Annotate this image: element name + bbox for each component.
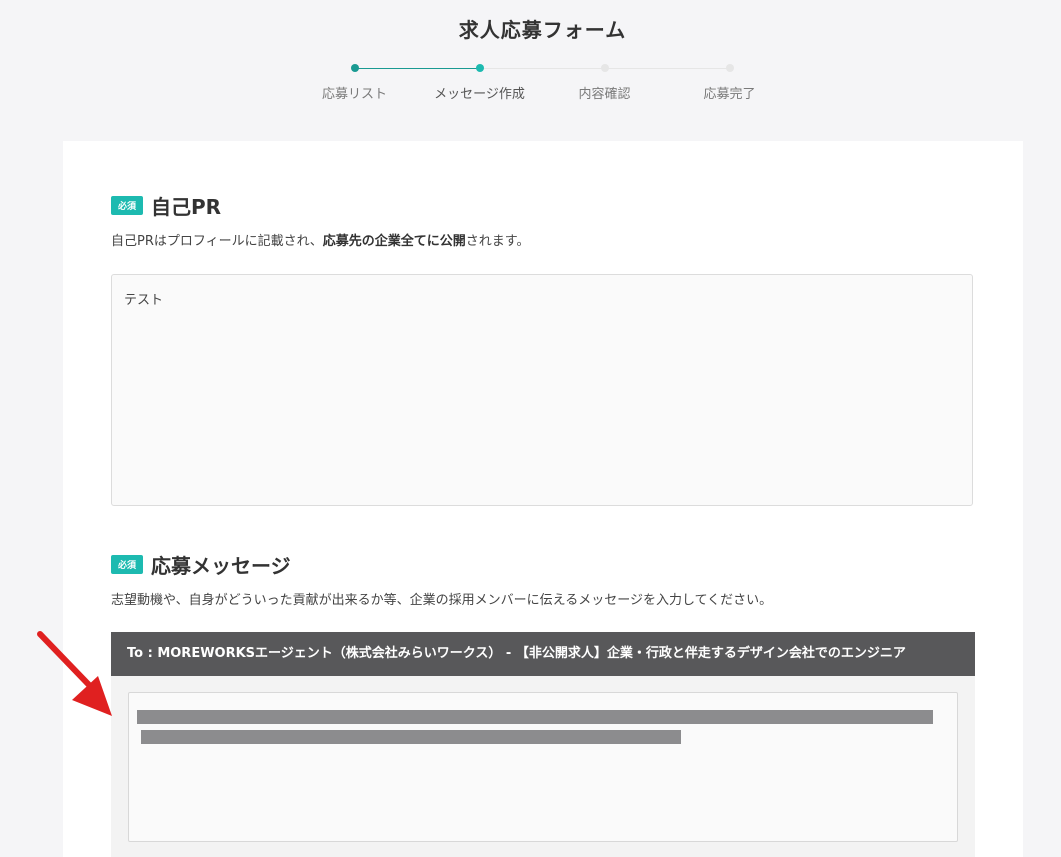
step-label: 応募完了: [703, 87, 756, 102]
step-dot-todo-icon: [725, 64, 734, 72]
message-title: 応募メッセージ: [151, 554, 291, 578]
self-pr-desc-suffix: されます。: [465, 234, 530, 249]
self-pr-description: 自己PRはプロフィールに記載され、応募先の企業全てに公開されます。: [111, 230, 529, 249]
page-title: 求人応募フォーム: [458, 18, 627, 42]
step-dot-current-icon: [475, 64, 484, 72]
step-dot-todo-icon: [600, 64, 609, 72]
required-badge: 必須: [111, 196, 144, 215]
message-textarea[interactable]: [128, 692, 958, 842]
self-pr-value: テスト: [124, 293, 164, 308]
self-pr-heading: 必須 自己PR: [111, 191, 221, 220]
annotation-arrow-icon: [37, 631, 112, 716]
message-description: 志望動機や、自身がどういった貢献が出来るか等、企業の採用メンバーに伝えるメッセー…: [111, 593, 773, 608]
self-pr-desc-prefix: 自己PRはプロフィールに記載され、: [111, 234, 323, 249]
message-recipient-header: To : MOREWORKSエージェント（株式会社みらいワークス） - 【非公開…: [111, 632, 975, 676]
message-heading: 必須 応募メッセージ: [111, 550, 291, 579]
step-dot-done-icon: [350, 64, 359, 72]
self-pr-textarea[interactable]: テスト: [111, 274, 973, 506]
required-badge: 必須: [111, 555, 144, 574]
redacted-text-line: [141, 730, 681, 744]
message-box: To : MOREWORKSエージェント（株式会社みらいワークス） - 【非公開…: [111, 632, 975, 857]
step-application-list: 応募リスト: [292, 62, 417, 102]
progress-stepper: 応募リスト メッセージ作成 内容確認 応募完了: [292, 62, 792, 106]
step-label: 応募リスト: [321, 87, 387, 102]
step-message-compose: メッセージ作成: [417, 62, 542, 102]
redacted-text-line: [137, 710, 933, 724]
form-card: 必須 自己PR 自己PRはプロフィールに記載され、応募先の企業全てに公開されます…: [63, 141, 1023, 857]
step-complete: 応募完了: [667, 62, 792, 102]
step-label: メッセージ作成: [434, 87, 525, 102]
step-label: 内容確認: [578, 87, 631, 102]
self-pr-desc-bold: 応募先の企業全てに公開: [322, 234, 466, 249]
step-confirm: 内容確認: [542, 62, 667, 102]
self-pr-title: 自己PR: [151, 195, 222, 219]
